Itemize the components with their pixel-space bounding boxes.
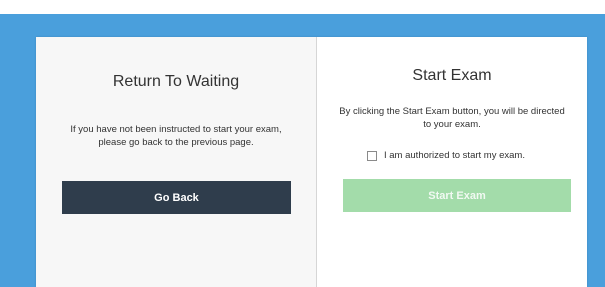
return-to-waiting-description: If you have not been instructed to start… [70, 124, 282, 148]
start-exam-description: By clicking the Start Exam button, you w… [339, 106, 565, 130]
go-back-button[interactable]: Go Back [62, 181, 291, 214]
authorization-checkbox[interactable] [367, 150, 377, 161]
return-to-waiting-panel: Return To Waiting If you have not been i… [36, 37, 317, 287]
authorization-label[interactable]: I am authorized to start my exam. [384, 150, 525, 161]
authorization-row[interactable]: I am authorized to start my exam. [367, 150, 525, 161]
exam-start-card: Return To Waiting If you have not been i… [36, 37, 587, 287]
return-to-waiting-title: Return To Waiting [112, 73, 240, 90]
start-exam-title: Start Exam [412, 67, 492, 84]
top-strip [0, 0, 605, 14]
start-exam-button[interactable]: Start Exam [343, 179, 571, 212]
start-exam-panel: Start Exam By clicking the Start Exam bu… [317, 37, 587, 287]
